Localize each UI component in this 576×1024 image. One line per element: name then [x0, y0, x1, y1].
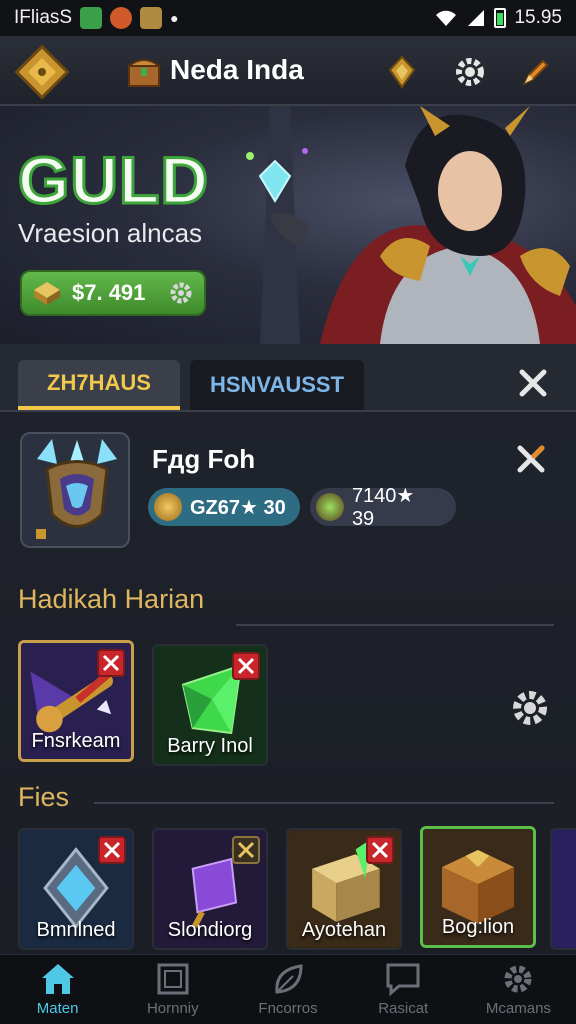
nav-fncorros[interactable]: Fncorros: [230, 955, 345, 1024]
item-label: Fnsrkeam: [31, 730, 121, 752]
daily-settings-icon[interactable]: [508, 686, 552, 730]
nav-rasicat[interactable]: Rasicat: [346, 955, 461, 1024]
carrier-label: IFliasS: [14, 7, 73, 28]
amulet-icon: [388, 55, 416, 89]
close-icon: [237, 841, 255, 859]
remove-item-button[interactable]: [232, 652, 260, 680]
app-screen: IFliasS ● 15.95 Neda Inda GULD Vraesion …: [0, 0, 576, 1024]
pencil-icon: [522, 59, 549, 86]
nav-label: Hornniy: [146, 1000, 199, 1017]
nav-mcamans[interactable]: Mcamans: [461, 955, 576, 1024]
balance-gear-icon: [170, 282, 192, 304]
stat-primary-value: GZ67★ 30: [190, 496, 286, 519]
item-label: Bmnlned: [36, 919, 116, 941]
nav-label: Rasicat: [378, 1000, 429, 1017]
status-right: 15.95: [434, 7, 562, 29]
item-label: Bog:lion: [441, 916, 515, 938]
files-divider: [94, 802, 554, 804]
heroine-illustration: [246, 106, 576, 344]
daily-item-fnsrkeam[interactable]: Fnsrkeam: [18, 640, 134, 762]
balance-value: $7. 491: [72, 280, 146, 305]
signal-icon: [468, 10, 485, 26]
remove-item-button[interactable]: [98, 836, 126, 864]
close-icon: [237, 657, 255, 675]
close-icon[interactable]: [516, 366, 550, 400]
gem-coin-icon: [316, 493, 344, 521]
gold-chest-icon: [34, 282, 60, 305]
amulet-button[interactable]: [380, 50, 424, 94]
file-item-partial[interactable]: [550, 828, 576, 950]
remove-item-button[interactable]: [366, 836, 394, 864]
daily-section-title: Hadikah Harian: [18, 584, 205, 614]
clock: 15.95: [514, 7, 562, 28]
file-item-slondiorg[interactable]: Slondiorg: [152, 828, 268, 950]
tab-bar: ZH7HAUS HSNVAUSST: [0, 344, 576, 412]
more-notifications-icon: ●: [170, 10, 179, 26]
close-icon: [371, 841, 389, 859]
guild-emblem[interactable]: [20, 432, 130, 548]
gear-icon: [504, 965, 532, 993]
gear-icon: [456, 58, 484, 86]
remove-item-button[interactable]: [232, 836, 260, 864]
bottom-nav: Maten Hornniy Fncorros Rasicat Mcamans: [0, 954, 576, 1024]
file-item-bmnlned[interactable]: Bmnlned: [18, 828, 134, 950]
home-icon: [41, 964, 74, 994]
header-title: Neda Inda: [170, 54, 304, 85]
file-item-ayotehan[interactable]: Ayotehan: [286, 828, 402, 950]
file-item-boglion[interactable]: Bog:lion: [420, 826, 536, 948]
nav-maten[interactable]: Maten: [0, 955, 115, 1024]
nav-label: Mcamans: [485, 1000, 551, 1017]
close-icon: [103, 841, 121, 859]
item-label: Ayotehan: [301, 919, 387, 941]
frame-icon: [157, 963, 189, 995]
top-header: Neda Inda: [0, 36, 576, 106]
hero-banner: GULD Vraesion alncas $7. 491: [0, 106, 576, 344]
nav-label: Maten: [36, 1000, 79, 1017]
status-bar: IFliasS ● 15.95: [0, 0, 576, 36]
tab-hsnvausst[interactable]: HSNVAUSST: [190, 360, 364, 410]
balance-button[interactable]: $7. 491: [20, 270, 206, 316]
daily-item-barry-inol[interactable]: Barry Inol: [152, 644, 268, 766]
file-notification-icon: [140, 7, 163, 29]
tab-zh7haus[interactable]: ZH7HAUS: [18, 360, 180, 410]
stat-secondary-value: 7140★ 39: [351, 485, 415, 530]
settings-button[interactable]: [448, 50, 492, 94]
edit-name-icon[interactable]: [514, 442, 548, 476]
leaf-icon: [275, 964, 303, 994]
stat-badge-primary[interactable]: GZ67★ 30: [148, 488, 300, 526]
remove-item-button[interactable]: [97, 649, 125, 677]
hero-subtitle: Vraesion alncas: [18, 218, 203, 248]
shield-emblem-icon: [36, 439, 117, 539]
chat-icon: [386, 963, 420, 996]
nav-hornniy[interactable]: Hornniy: [115, 955, 230, 1024]
chest-icon: [126, 59, 162, 87]
hero-title: GULD: [17, 142, 210, 219]
wifi-icon: [436, 10, 457, 26]
game-notification-icon: [110, 7, 133, 29]
guild-logo-icon[interactable]: [12, 42, 72, 102]
item-label: Slondiorg: [167, 919, 253, 941]
partial-item-art: [552, 830, 576, 948]
app-notification-icon: [80, 7, 103, 29]
guild-name: Fдg Foh: [152, 444, 256, 474]
stat-badge-secondary[interactable]: 7140★ 39: [310, 485, 456, 530]
battery-icon: [494, 8, 507, 28]
nav-label: Fncorros: [258, 1000, 318, 1017]
status-left: IFliasS ●: [14, 7, 179, 29]
close-icon: [102, 654, 120, 672]
files-section-title: Fies: [18, 782, 70, 812]
daily-divider: [236, 624, 554, 626]
edit-button[interactable]: [514, 50, 558, 94]
gold-coin-icon: [154, 493, 182, 521]
guild-profile: Fдg Foh GZ67★ 30 7140★ 39: [0, 412, 576, 562]
item-label: Barry Inol: [167, 735, 253, 757]
